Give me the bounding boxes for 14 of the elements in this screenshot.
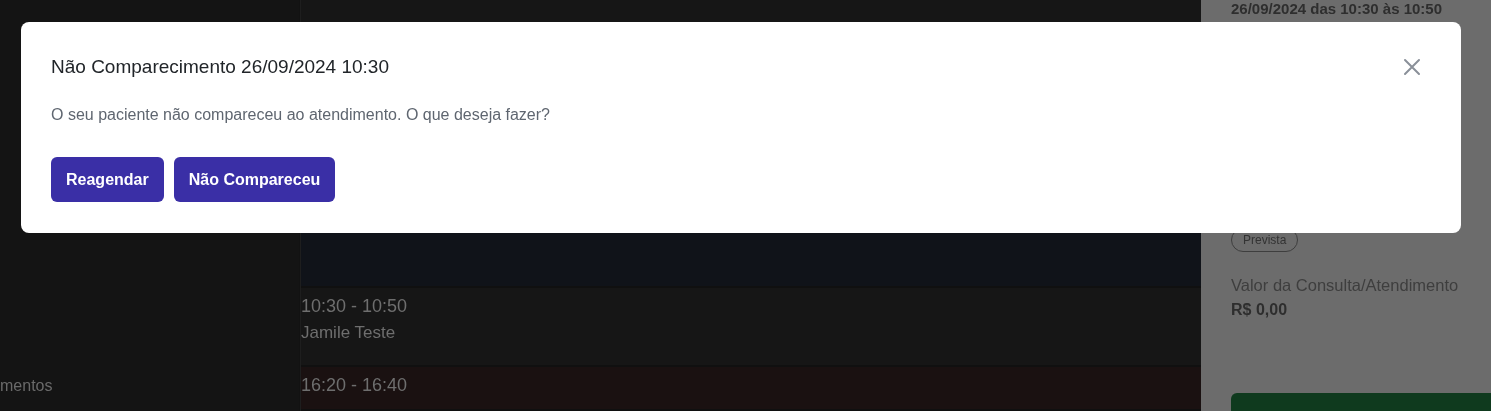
event-card[interactable] [301, 233, 1201, 289]
reschedule-button[interactable]: Reagendar [51, 157, 164, 202]
schedule-text: 26/09/2024 das 10:30 às 10:50 [1231, 0, 1443, 17]
patient-name: Jamile Teste [301, 323, 397, 344]
dialog-title: Não Comparecimento 26/09/2024 10:30 [51, 56, 389, 78]
menu-item-label[interactable]: mentos [0, 377, 299, 395]
event-time: 10:30 - 10:50 [301, 296, 409, 318]
event-card[interactable]: 16:20 - 16:40 [301, 367, 1201, 411]
close-icon[interactable] [1403, 58, 1421, 76]
action-button[interactable] [1231, 393, 1491, 411]
dialog-message: O seu paciente não compareceu ao atendimento. O que deseja fazer? [51, 106, 551, 124]
price-value: R$ 0,00 [1231, 301, 1289, 319]
no-show-button[interactable]: Não Compareceu [173, 157, 336, 202]
event-time: 16:20 - 16:40 [301, 375, 409, 397]
